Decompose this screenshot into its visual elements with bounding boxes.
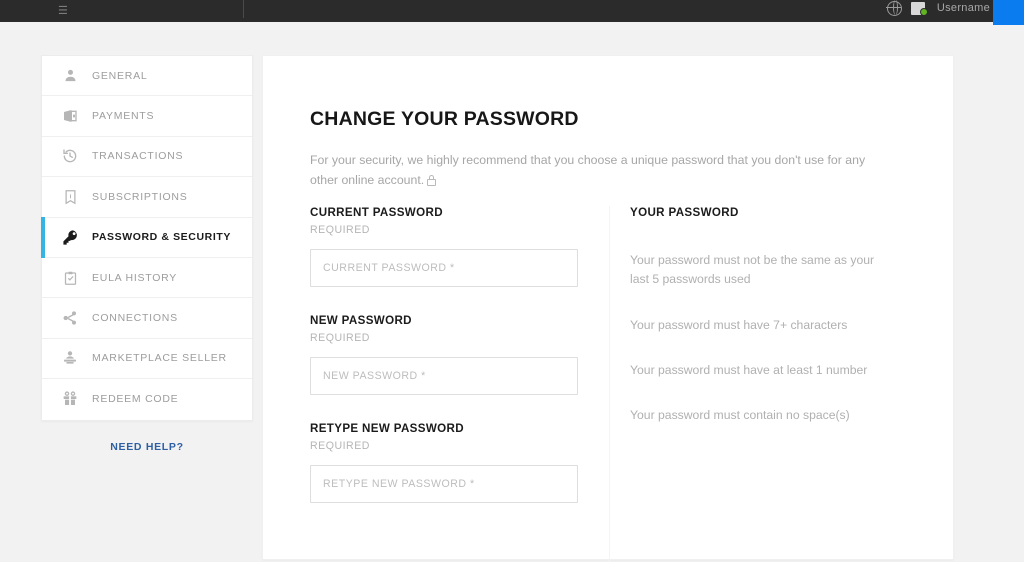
field-label: RETYPE NEW PASSWORD xyxy=(310,422,464,435)
top-bar: ☰ Username xyxy=(0,0,1024,25)
password-requirements: YOUR PASSWORD Your password must not be … xyxy=(630,206,910,425)
wallet-icon xyxy=(60,106,80,126)
page-description-text: For your security, we highly recommend t… xyxy=(310,153,866,187)
field-required-note: REQUIRED xyxy=(310,224,370,236)
password-form: CURRENT PASSWORD REQUIRED NEW PASSWORD R… xyxy=(310,206,580,503)
avatar[interactable] xyxy=(910,1,928,16)
sidebar-nav-card: GENERAL PAYMENTS TRANSACTIONS SUBSCRIPTI… xyxy=(41,55,253,421)
clipboard-check-icon xyxy=(60,268,80,288)
receipt-icon xyxy=(60,187,80,207)
sidebar-item-label: GENERAL xyxy=(92,69,148,82)
retype-new-password-input[interactable] xyxy=(310,465,578,503)
sidebar-item-general[interactable]: GENERAL xyxy=(42,56,252,97)
page-title: CHANGE YOUR PASSWORD xyxy=(310,108,579,130)
sidebar-item-transactions[interactable]: TRANSACTIONS xyxy=(42,136,252,178)
lock-icon xyxy=(427,174,437,186)
sidebar-item-label: PAYMENTS xyxy=(92,110,155,123)
sidebar-item-subscriptions[interactable]: SUBSCRIPTIONS xyxy=(42,177,252,218)
current-password-input[interactable] xyxy=(310,249,578,287)
sidebar-item-password-and-security[interactable]: PASSWORD & SECURITY xyxy=(41,216,252,259)
sidebar-item-marketplace-seller[interactable]: MARKETPLACE SELLER xyxy=(42,338,252,380)
field-label: NEW PASSWORD xyxy=(310,314,412,327)
app-menu-icon[interactable]: ☰ xyxy=(58,5,68,17)
user-icon xyxy=(60,66,80,86)
globe-icon[interactable] xyxy=(886,0,902,16)
retype-new-password-field: RETYPE NEW PASSWORD REQUIRED xyxy=(310,422,580,503)
requirement-item: Your password must not be the same as yo… xyxy=(630,253,875,287)
field-required-note: REQUIRED xyxy=(310,440,370,452)
new-password-input[interactable] xyxy=(310,357,578,395)
column-divider xyxy=(609,206,610,562)
share-icon xyxy=(60,308,80,328)
change-password-panel: CHANGE YOUR PASSWORD For your security, … xyxy=(262,55,954,562)
sidebar-item-label: CONNECTIONS xyxy=(92,312,178,325)
requirement-item: Your password must have at least 1 numbe… xyxy=(630,362,868,377)
sidebar-item-label: SUBSCRIPTIONS xyxy=(92,190,188,203)
field-required-note: REQUIRED xyxy=(310,332,370,344)
sidebar-item-label: PASSWORD & SECURITY xyxy=(92,231,231,244)
top-bar-right-group: Username xyxy=(886,0,990,16)
top-bar-divider xyxy=(243,0,244,18)
online-status-dot xyxy=(919,7,928,16)
field-label: CURRENT PASSWORD xyxy=(310,206,443,219)
page-body: GENERAL PAYMENTS TRANSACTIONS SUBSCRIPTI… xyxy=(0,22,1024,562)
requirements-title: YOUR PASSWORD xyxy=(630,206,739,219)
requirement-item: Your password must have 7+ characters xyxy=(630,317,848,332)
username-label[interactable]: Username xyxy=(937,2,990,14)
top-bar-left-group: ☰ xyxy=(0,0,68,22)
sidebar-item-connections[interactable]: CONNECTIONS xyxy=(42,298,252,339)
sidebar-item-label: TRANSACTIONS xyxy=(92,150,184,163)
history-icon xyxy=(60,146,80,166)
sidebar-item-label: MARKETPLACE SELLER xyxy=(92,352,227,365)
requirement-item: Your password must contain no space(s) xyxy=(630,408,850,423)
sidebar-item-label: EULA HISTORY xyxy=(92,271,178,284)
new-password-field: NEW PASSWORD REQUIRED xyxy=(310,314,580,395)
gift-icon xyxy=(60,389,80,409)
sidebar-item-redeem-code[interactable]: REDEEM CODE xyxy=(42,379,252,420)
seller-icon xyxy=(60,348,80,368)
lock-body xyxy=(427,178,437,186)
key-icon xyxy=(60,227,80,247)
page-description: For your security, we highly recommend t… xyxy=(310,151,894,191)
sidebar-item-label: REDEEM CODE xyxy=(92,393,179,406)
current-password-field: CURRENT PASSWORD REQUIRED xyxy=(310,206,580,287)
sidebar-item-eula-history[interactable]: EULA HISTORY xyxy=(42,257,252,299)
sidebar-item-payments[interactable]: PAYMENTS xyxy=(42,96,252,137)
settings-sidebar: GENERAL PAYMENTS TRANSACTIONS SUBSCRIPTI… xyxy=(41,55,253,453)
need-help-link[interactable]: NEED HELP? xyxy=(41,441,253,453)
